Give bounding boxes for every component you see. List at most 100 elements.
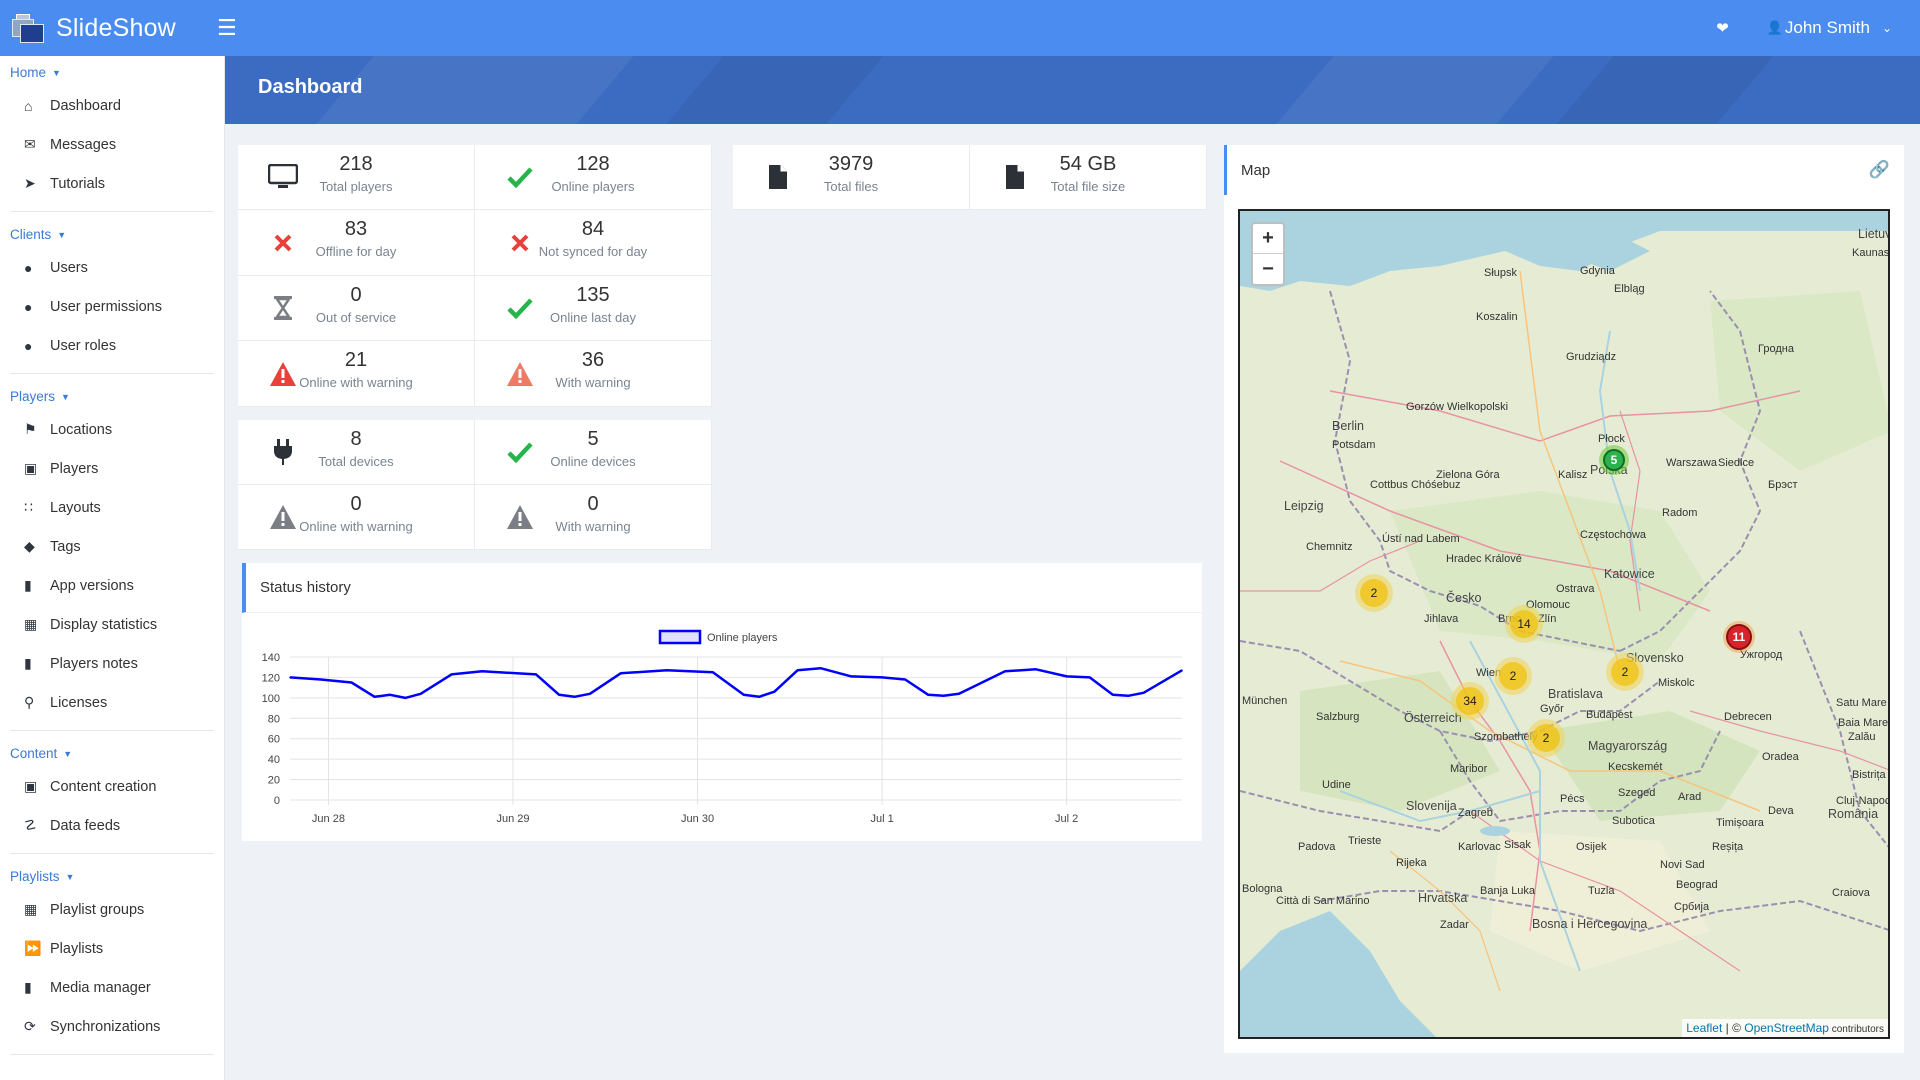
sidebar-item-players-notes[interactable]: ▮ Players notes (0, 644, 224, 683)
sidebar-section-content[interactable]: Content ▼ (0, 737, 224, 767)
user-menu[interactable]: 👤 John Smith ⌄ (1767, 18, 1892, 38)
sidebar-item-media-manager[interactable]: ▮ Media manager (0, 968, 224, 1007)
map-cluster-marker[interactable]: 2 (1606, 653, 1644, 691)
heart-icon[interactable]: ❤ (1716, 19, 1729, 37)
sidebar-item-label: Tutorials (50, 175, 106, 192)
sidebar-section-home[interactable]: Home ▼ (0, 56, 224, 86)
sidebar-item-playlists[interactable]: ⏩ Playlists (0, 929, 224, 968)
attribution-suffix: contributors (1828, 1024, 1884, 1035)
stat-offline-for-day[interactable]: 83 Offline for day (238, 210, 475, 276)
mobile-icon: ▮ (24, 577, 32, 593)
sidebar-section-clients[interactable]: Clients ▼ (0, 218, 224, 248)
stat-online-with-warning[interactable]: 21 Online with warning (238, 341, 475, 407)
sidebar-section-players[interactable]: Players ▼ (0, 380, 224, 410)
sidebar-item-content-creation[interactable]: ▣ Content creation (0, 767, 224, 806)
sidebar-item-user-permissions[interactable]: ● User permissions (0, 287, 224, 326)
map-place-label: Ústí nad Labem (1382, 533, 1460, 545)
map-place-label: Częstochowa (1580, 529, 1647, 541)
sidebar-section-title: Home (10, 65, 47, 80)
map-cluster-marker[interactable]: 5 (1599, 445, 1629, 475)
map-place-label: Miskolc (1658, 677, 1695, 689)
data-point (1088, 676, 1091, 679)
map-place-label: Bratislava (1548, 687, 1603, 701)
map-cluster-marker[interactable]: 2 (1494, 657, 1532, 695)
map-cluster-marker[interactable]: 2 (1527, 719, 1565, 757)
sidebar-item-app-versions[interactable]: ▮ App versions (0, 566, 224, 605)
grid-icon: ∷ (24, 499, 33, 515)
osm-link[interactable]: OpenStreetMap (1744, 1021, 1829, 1035)
data-point (773, 690, 776, 693)
leaflet-link[interactable]: Leaflet (1686, 1021, 1722, 1035)
stat-online-players[interactable]: 128 Online players (475, 145, 712, 210)
stat-online-last-day[interactable]: 135 Online last day (475, 276, 712, 341)
sidebar-item-display-statistics[interactable]: ▦ Display statistics (0, 605, 224, 644)
zoom-out-button[interactable]: − (1253, 254, 1283, 284)
map-viewport[interactable]: + − Lietuva Kaunas Gdynia Słupsk Elbląg Kosza… (1238, 209, 1890, 1039)
map-place-label: Hrvatska (1418, 891, 1468, 905)
stat-not-synced-for-day[interactable]: 84 Not synced for day (475, 210, 712, 276)
stat-total-devices[interactable]: 8 Total devices (238, 420, 475, 485)
sidebar-item-locations[interactable]: ⚑ Locations (0, 410, 224, 449)
map-tiles (1240, 211, 1888, 1037)
x-tick-label: Jun 30 (681, 813, 714, 825)
y-tick-label: 60 (268, 734, 280, 746)
sidebar-section-playlists[interactable]: Playlists ▼ (0, 860, 224, 890)
map-cluster-marker[interactable]: 34 (1451, 682, 1489, 720)
sidebar-item-messages[interactable]: ✉ Messages (0, 125, 224, 164)
map-cluster-marker[interactable]: 11 (1723, 621, 1755, 653)
sidebar-item-label: User roles (50, 337, 117, 354)
sidebar-item-label: Locations (50, 421, 113, 438)
play-forward-icon: ⏩ (24, 940, 42, 956)
hamburger-menu-icon[interactable]: ☰ (217, 15, 237, 41)
stat-total-players[interactable]: 218 Total players (238, 145, 475, 210)
stat-with-warning[interactable]: 0 With warning (475, 485, 712, 550)
key-icon: ⚲ (24, 694, 35, 710)
sidebar-item-tags[interactable]: ◆ Tags (0, 527, 224, 566)
brand[interactable]: SlideShow (0, 0, 225, 56)
stat-online-with-warning[interactable]: 0 Online with warning (238, 485, 475, 550)
stat-total-file-size[interactable]: 54 GB Total file size (970, 145, 1207, 210)
warning-icon (238, 504, 328, 530)
stat-out-of-service[interactable]: 0 Out of service (238, 276, 475, 341)
sidebar-item-data-feeds[interactable]: ☡ Data feeds (0, 806, 224, 845)
stat-total-files[interactable]: 3979 Total files (733, 145, 970, 210)
sidebar-item-licenses[interactable]: ⚲ Licenses (0, 683, 224, 722)
map-place-label: Banja Luka (1480, 885, 1536, 897)
map-cluster-marker[interactable]: 14 (1505, 605, 1543, 643)
sidebar-item-user-roles[interactable]: ● User roles (0, 326, 224, 365)
map-place-label: Salzburg (1316, 711, 1360, 723)
zoom-in-button[interactable]: + (1253, 224, 1283, 254)
map-place-label: Berlin (1332, 419, 1364, 433)
x-tick-label: Jun 29 (496, 813, 529, 825)
map-place-label: Cluj-Napoca (1836, 795, 1890, 807)
sidebar-item-dashboard[interactable]: ⌂ Dashboard (0, 86, 224, 125)
map-place-label: Србија (1674, 901, 1710, 913)
rocket-icon: ➤ (24, 175, 36, 191)
stat-online-devices[interactable]: 5 Online devices (475, 420, 712, 485)
map-place-label: România (1828, 807, 1879, 821)
sidebar-divider (10, 730, 214, 731)
caret-down-icon: ▼ (61, 391, 70, 402)
map-place-label: Katowice (1604, 567, 1655, 581)
data-point (450, 673, 453, 676)
sidebar-item-synchronizations[interactable]: ⟳ Synchronizations (0, 1007, 224, 1046)
data-point (589, 692, 591, 695)
map-place-label: Budapest (1586, 709, 1633, 721)
map-cluster-marker[interactable]: 2 (1355, 574, 1393, 612)
map-place-label: Česko (1446, 591, 1482, 605)
sidebar-item-playlist-groups[interactable]: ▦ Playlist groups (0, 890, 224, 929)
sidebar-item-label: Tags (50, 538, 81, 555)
sidebar-item-users[interactable]: ● Users (0, 248, 224, 287)
link-icon[interactable]: 🔗 (1869, 160, 1890, 180)
map-place-label: Gorzów Wielkopolski (1406, 401, 1509, 413)
sidebar-item-players[interactable]: ▣ Players (0, 449, 224, 488)
sidebar-item-label: Display statistics (50, 616, 158, 633)
stat-with-warning[interactable]: 36 With warning (475, 341, 712, 407)
data-point (404, 697, 407, 699)
sidebar-item-tutorials[interactable]: ➤ Tutorials (0, 164, 224, 203)
sidebar-item-layouts[interactable]: ∷ Layouts (0, 488, 224, 527)
players-stats-panel: 218 Total players 128 Online players 83 Offli… (238, 145, 712, 407)
sidebar-section-title: Clients (10, 227, 52, 242)
map-place-label: Craiova (1832, 887, 1870, 899)
map-place-label: Baia Mare (1838, 717, 1889, 729)
